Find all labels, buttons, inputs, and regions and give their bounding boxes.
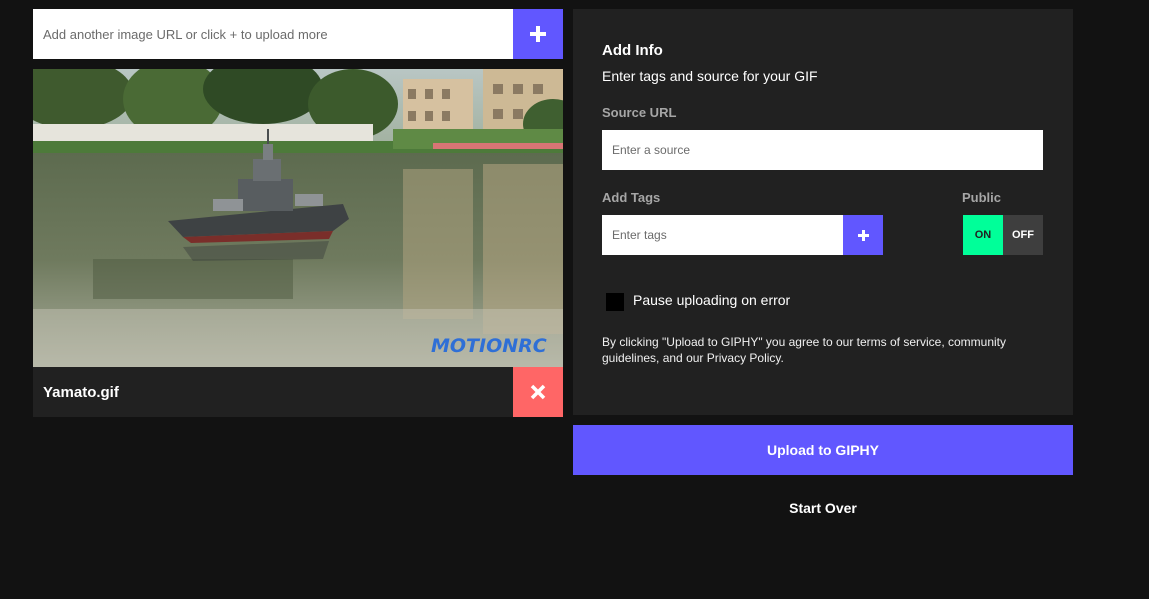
upload-to-giphy-button[interactable]: Upload to GIPHY <box>573 425 1073 475</box>
add-tag-button[interactable] <box>843 215 883 255</box>
pause-on-error-row: Pause uploading on error <box>606 288 790 311</box>
add-info-panel: Add Info Enter tags and source for your … <box>573 9 1073 415</box>
image-url-input[interactable] <box>33 9 513 59</box>
tags-label: Add Tags <box>602 190 661 205</box>
info-subtitle: Enter tags and source for your GIF <box>602 68 818 84</box>
start-over-link[interactable]: Start Over <box>573 500 1073 516</box>
public-label: Public <box>962 190 1002 205</box>
source-url-label: Source URL <box>602 105 677 120</box>
plus-icon <box>530 26 546 42</box>
public-toggle[interactable]: ON OFF <box>963 215 1043 255</box>
toggle-on-option[interactable]: ON <box>963 215 1003 255</box>
remove-file-button[interactable] <box>513 367 563 417</box>
terms-text: By clicking "Upload to GIPHY" you agree … <box>602 335 1007 365</box>
tags-input[interactable] <box>602 215 843 255</box>
file-bar: Yamato.gif <box>33 367 563 417</box>
pause-on-error-label: Pause uploading on error <box>633 291 791 308</box>
watermark-text: MOTIONRC <box>431 335 547 357</box>
gif-preview: MOTIONRC <box>33 69 563 367</box>
info-title: Add Info <box>602 42 663 59</box>
gif-preview-image: MOTIONRC <box>33 69 563 367</box>
image-url-bar <box>33 9 563 59</box>
add-image-button[interactable] <box>513 9 563 59</box>
source-url-input[interactable] <box>602 130 1043 170</box>
plus-icon <box>857 229 869 241</box>
file-name: Yamato.gif <box>43 383 119 401</box>
close-icon <box>530 384 546 400</box>
pause-on-error-checkbox[interactable] <box>606 293 624 311</box>
toggle-off-option[interactable]: OFF <box>1003 215 1043 255</box>
